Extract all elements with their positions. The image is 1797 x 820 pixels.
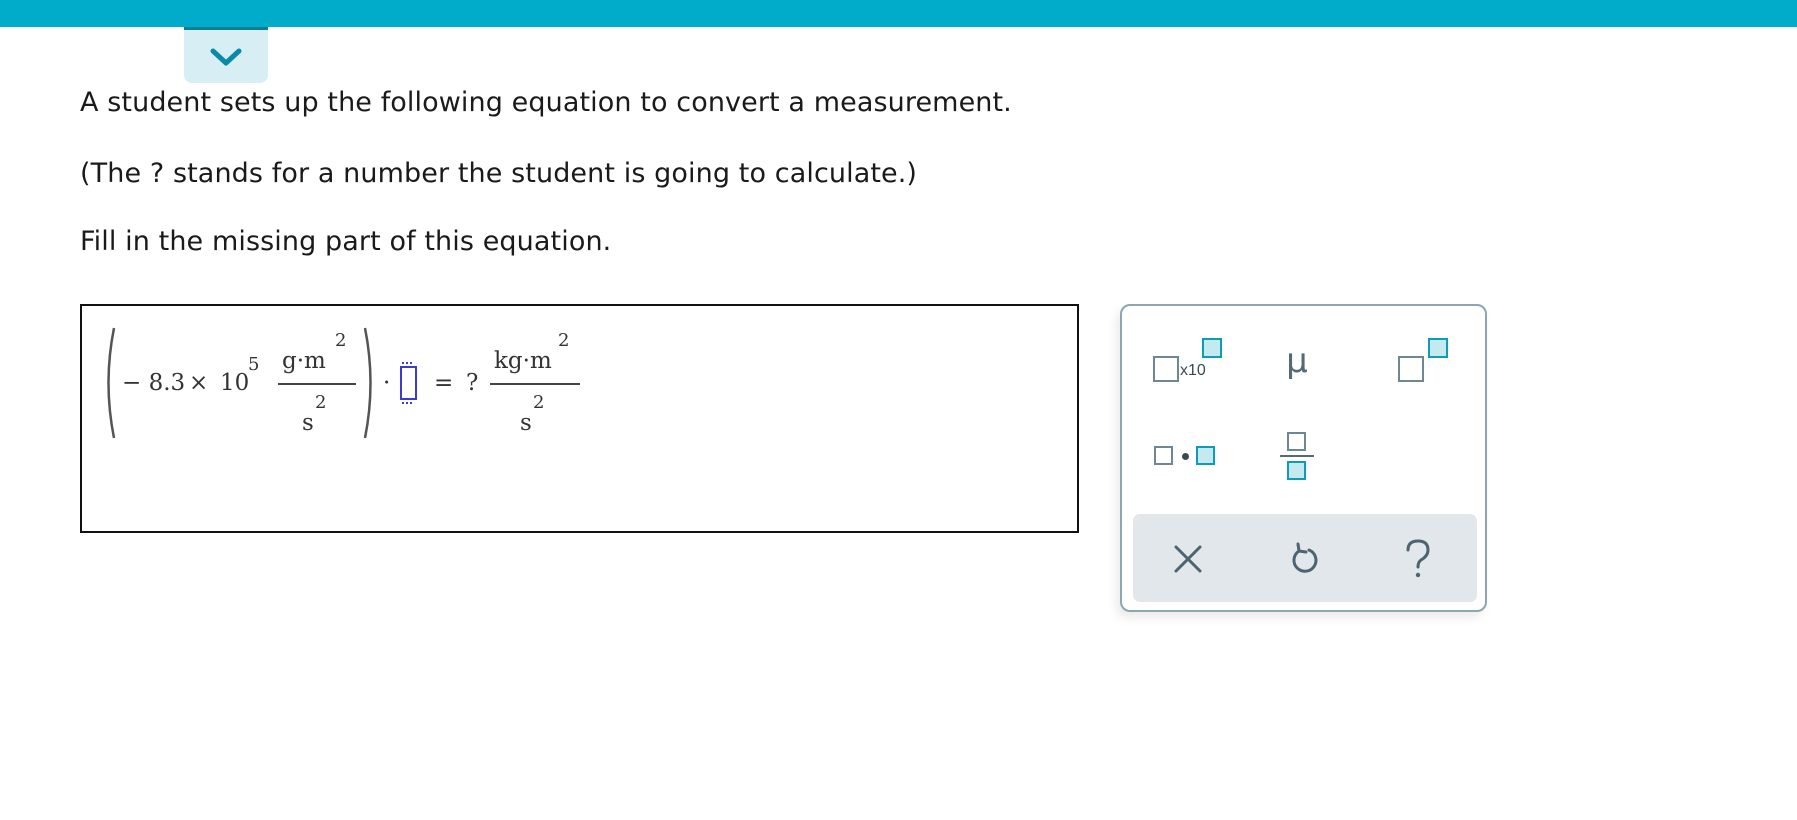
right-operand-box-icon	[1196, 446, 1215, 465]
rhs-fraction-bar	[490, 383, 580, 385]
collapse-button[interactable]	[184, 27, 268, 83]
base-box-icon	[1153, 356, 1179, 382]
power-exponent: 5	[248, 354, 260, 375]
numerator-box-icon	[1287, 432, 1306, 451]
palette-footer	[1133, 514, 1477, 602]
undo-icon	[1292, 542, 1318, 573]
equation-answer-box[interactable]: − 8.3 × 10 5 g·m 2 2 s · = ? kg·m 2 2 s	[80, 304, 1079, 533]
dot-icon	[1182, 453, 1189, 460]
coefficient: − 8.3	[122, 370, 186, 396]
equals-sign: =	[434, 370, 454, 396]
missing-part-input[interactable]	[400, 362, 421, 404]
lhs-fraction-bar	[278, 383, 356, 385]
clear-icon	[1174, 545, 1202, 573]
fraction-button[interactable]	[1267, 426, 1327, 486]
times-sign: ×	[189, 370, 209, 396]
base-box-icon	[1398, 356, 1424, 382]
clear-button[interactable]	[1163, 534, 1213, 584]
left-operand-box-icon	[1154, 446, 1173, 465]
fraction-bar-icon	[1280, 455, 1314, 457]
lhs-unit-numerator: g·m	[282, 348, 326, 374]
top-bar	[0, 0, 1797, 27]
lhs-unit-denominator: s	[302, 410, 314, 436]
unknown-value: ?	[466, 370, 479, 396]
mu-label: μ	[1286, 341, 1308, 381]
superscript-button[interactable]	[1392, 336, 1452, 386]
exponent-box-icon	[1202, 338, 1222, 358]
math-palette: x10 μ	[1120, 304, 1487, 612]
multiply-dot-button[interactable]	[1150, 436, 1230, 476]
multiply-dot: ·	[383, 370, 391, 396]
x10-label: x10	[1180, 362, 1206, 379]
question-line-3: Fill in the missing part of this equatio…	[80, 226, 612, 257]
micro-symbol-button[interactable]: μ	[1267, 336, 1327, 386]
help-icon	[1406, 539, 1430, 578]
exponent-box-icon	[1428, 338, 1448, 358]
rhs-unit-denominator: s	[520, 410, 532, 436]
left-paren	[107, 327, 116, 439]
chevron-down-icon	[210, 48, 242, 65]
rhs-unit-numerator-exponent: 2	[558, 330, 570, 351]
question-line-2: (The ? stands for a number the student i…	[80, 158, 918, 189]
rhs-unit-denominator-exponent: 2	[533, 392, 545, 413]
undo-button[interactable]	[1280, 534, 1330, 584]
denominator-box-icon	[1287, 461, 1306, 480]
lhs-unit-denominator-exponent: 2	[315, 392, 327, 413]
lhs-unit-numerator-exponent: 2	[335, 330, 347, 351]
scientific-notation-button[interactable]: x10	[1150, 336, 1230, 386]
right-paren	[363, 327, 372, 439]
power-base: 10	[220, 370, 250, 396]
rhs-unit-numerator: kg·m	[494, 348, 552, 374]
help-button[interactable]	[1393, 534, 1443, 584]
question-line-1: A student sets up the following equation…	[80, 87, 1012, 118]
